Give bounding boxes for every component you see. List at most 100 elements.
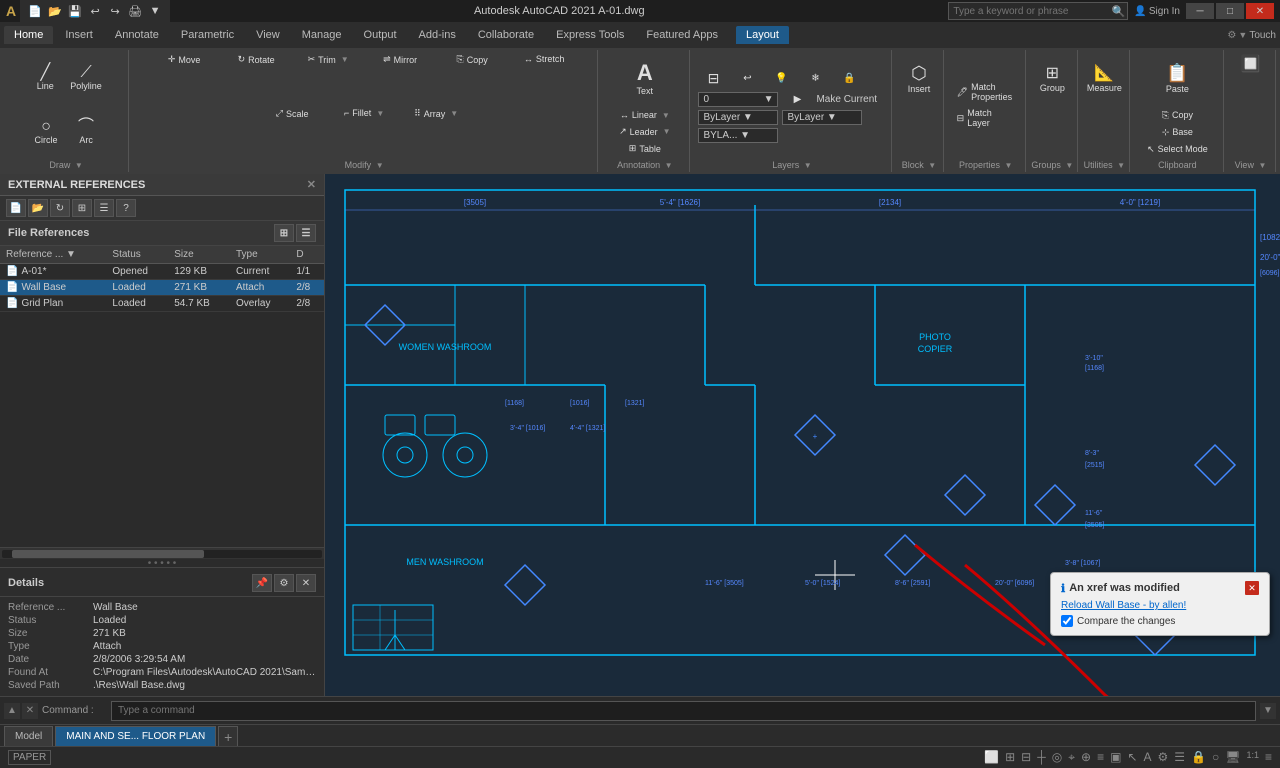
details-pin-btn[interactable]: 📌 bbox=[252, 574, 272, 592]
search-icon[interactable]: 🔍 bbox=[1109, 2, 1127, 20]
layer-manager-btn[interactable]: ⊟ bbox=[698, 68, 728, 89]
copy-clip-btn[interactable]: ⎘Copy bbox=[1141, 108, 1214, 123]
polyline-btn[interactable]: ⟋ Polyline bbox=[66, 52, 106, 104]
move-btn[interactable]: ✛Move bbox=[149, 52, 219, 67]
details-settings-btn[interactable]: ⚙ bbox=[274, 574, 294, 592]
command-close-btn[interactable]: ✕ bbox=[22, 703, 38, 719]
layer-off-btn[interactable]: 💡 bbox=[766, 71, 796, 86]
utilities-expand[interactable]: ▼ bbox=[1117, 161, 1125, 170]
details-divider[interactable]: • • • • • bbox=[0, 559, 324, 567]
osnap-icon[interactable]: ⌖ bbox=[1068, 750, 1075, 765]
mirror-btn[interactable]: ⇌Mirror bbox=[365, 52, 435, 67]
sign-in-btn[interactable]: 👤 Sign In bbox=[1134, 6, 1180, 17]
view-btn[interactable]: 🔲 bbox=[1235, 52, 1265, 76]
block-expand[interactable]: ▼ bbox=[928, 161, 936, 170]
polar-icon[interactable]: ◎ bbox=[1052, 750, 1062, 765]
draw-expand[interactable]: ▼ bbox=[75, 161, 83, 170]
array-expand[interactable]: ▼ bbox=[450, 109, 458, 118]
trim-btn[interactable]: ✂Trim▼ bbox=[293, 52, 363, 67]
dim-expand[interactable]: ▼ bbox=[662, 111, 670, 120]
plot-btn[interactable]: 🖨 bbox=[126, 2, 144, 20]
maximize-btn[interactable]: □ bbox=[1216, 3, 1244, 19]
xref-open-btn[interactable]: 📂 bbox=[28, 199, 48, 217]
snap-icon[interactable]: ⊟ bbox=[1021, 750, 1031, 765]
tab-output[interactable]: Output bbox=[354, 26, 407, 44]
rotate-btn[interactable]: ↻Rotate bbox=[221, 52, 291, 67]
open-btn[interactable]: 📂 bbox=[46, 2, 64, 20]
new-btn[interactable]: 📄 bbox=[26, 2, 44, 20]
tab-annotate[interactable]: Annotate bbox=[105, 26, 169, 44]
measure-btn[interactable]: 📐 Measure bbox=[1083, 52, 1126, 104]
scale-btn[interactable]: ⤢Scale bbox=[257, 106, 327, 121]
dimension-btn[interactable]: ↔Linear▼ bbox=[610, 108, 680, 122]
tab-manage[interactable]: Manage bbox=[292, 26, 352, 44]
touch-label[interactable]: Touch bbox=[1249, 30, 1276, 41]
view-expand[interactable]: ▼ bbox=[1258, 161, 1266, 170]
qat-more-btn[interactable]: ▼ bbox=[146, 2, 164, 20]
table-row[interactable]: 📄A-01* Opened 129 KB Current 1/1 bbox=[0, 264, 324, 280]
otrack-icon[interactable]: ⊕ bbox=[1081, 750, 1091, 765]
custom-icon[interactable]: ≡ bbox=[1265, 750, 1272, 765]
refs-view-btn[interactable]: ⊞ bbox=[274, 224, 294, 242]
properties-bylayer[interactable]: ByLayer ▼ bbox=[698, 110, 778, 125]
layer-previous-btn[interactable]: ↩ bbox=[732, 71, 762, 86]
match-layer-btn[interactable]: ⊟Match Layer bbox=[951, 106, 1021, 130]
paste-btn[interactable]: 📋 Paste bbox=[1158, 52, 1196, 104]
xref-refresh-btn[interactable]: ↻ bbox=[50, 199, 70, 217]
select-mode-btn[interactable]: ↖Select Mode bbox=[1141, 142, 1214, 157]
tab-parametric[interactable]: Parametric bbox=[171, 26, 244, 44]
undo-btn[interactable]: ↩ bbox=[86, 2, 104, 20]
model-tab[interactable]: Model bbox=[4, 726, 53, 746]
modify-expand[interactable]: ▼ bbox=[376, 161, 384, 170]
graphics-icon[interactable]: 🖥 bbox=[1225, 750, 1240, 765]
layer-selector[interactable]: 0 ▼ bbox=[698, 92, 778, 107]
transparency-icon[interactable]: ▣ bbox=[1110, 750, 1121, 765]
tab-collaborate[interactable]: Collaborate bbox=[468, 26, 544, 44]
tab-view[interactable]: View bbox=[246, 26, 290, 44]
xref-help-btn[interactable]: ? bbox=[116, 199, 136, 217]
sidebar-close-icon[interactable]: ✕ bbox=[307, 178, 316, 191]
fillet-expand[interactable]: ▼ bbox=[376, 109, 384, 118]
refs-list-btn[interactable]: ☰ bbox=[296, 224, 316, 242]
group-btn[interactable]: ⊞ Group bbox=[1033, 52, 1071, 104]
circle-btn[interactable]: ○ Circle bbox=[27, 106, 65, 158]
match-properties-btn[interactable]: 🖊Match Properties bbox=[951, 80, 1021, 104]
model-space-icon[interactable]: ⬜ bbox=[984, 750, 999, 765]
table-row[interactable]: 📄Wall Base Loaded 271 KB Attach 2/8 bbox=[0, 280, 324, 296]
arc-btn[interactable]: ⌒ Arc bbox=[67, 106, 105, 158]
xref-list-btn[interactable]: ☰ bbox=[94, 199, 114, 217]
trim-expand[interactable]: ▼ bbox=[341, 55, 349, 64]
close-btn[interactable]: ✕ bbox=[1246, 3, 1274, 19]
save-btn[interactable]: 💾 bbox=[66, 2, 84, 20]
selection-icon[interactable]: ↖ bbox=[1127, 750, 1137, 765]
leader-btn[interactable]: ↗Leader▼ bbox=[610, 124, 680, 139]
viewport-scale[interactable]: 1:1 bbox=[1246, 750, 1259, 765]
copy-btn[interactable]: ⎘Copy bbox=[437, 52, 507, 67]
tab-express[interactable]: Express Tools bbox=[546, 26, 634, 44]
search-input[interactable] bbox=[949, 6, 1109, 17]
stretch-btn[interactable]: ↔Stretch bbox=[509, 52, 579, 66]
insert-btn[interactable]: ⬡ Insert bbox=[900, 52, 938, 104]
command-expand-btn[interactable]: ▲ bbox=[4, 703, 20, 719]
linetype-selector[interactable]: BYLA... ▼ bbox=[698, 128, 778, 143]
redo-btn[interactable]: ↪ bbox=[106, 2, 124, 20]
minimize-btn[interactable]: ─ bbox=[1186, 3, 1214, 19]
lineweight-icon[interactable]: ≡ bbox=[1097, 750, 1104, 765]
groups-expand[interactable]: ▼ bbox=[1065, 161, 1073, 170]
notification-link[interactable]: Reload Wall Base - by allen! bbox=[1061, 600, 1259, 611]
annotation-expand[interactable]: ▼ bbox=[665, 161, 673, 170]
layer-freeze-btn[interactable]: ❄ bbox=[800, 71, 830, 86]
array-btn[interactable]: ⠿Array▼ bbox=[401, 106, 471, 121]
line-btn[interactable]: ╱ Line bbox=[26, 52, 64, 104]
ortho-icon[interactable]: ┼ bbox=[1037, 750, 1046, 765]
layer-lock-btn[interactable]: 🔒 bbox=[834, 71, 864, 86]
properties-icon[interactable]: ☰ bbox=[1174, 750, 1185, 765]
xref-new-btn[interactable]: 📄 bbox=[6, 199, 26, 217]
properties-expand[interactable]: ▼ bbox=[1004, 161, 1012, 170]
command-autocomplete-btn[interactable]: ▼ bbox=[1260, 703, 1276, 719]
layers-expand[interactable]: ▼ bbox=[804, 161, 812, 170]
xref-tree-btn[interactable]: ⊞ bbox=[72, 199, 92, 217]
leader-expand[interactable]: ▼ bbox=[663, 127, 671, 136]
workspace-btn[interactable]: ⚙▼ bbox=[1227, 30, 1247, 41]
tab-featured[interactable]: Featured Apps bbox=[636, 26, 728, 44]
